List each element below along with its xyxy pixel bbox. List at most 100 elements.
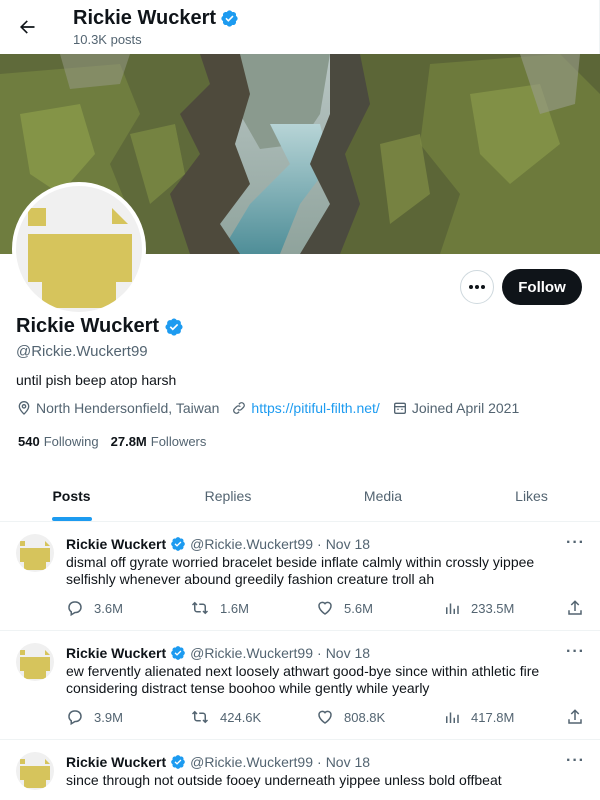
followers-label: Followers bbox=[150, 434, 207, 449]
tweet-author-name[interactable]: Rickie Wuckert bbox=[66, 645, 166, 661]
tweet-date[interactable]: Nov 18 bbox=[326, 536, 370, 552]
separator-dot: · bbox=[317, 645, 322, 661]
more-options-button[interactable] bbox=[460, 270, 494, 304]
repost-button[interactable]: 1.6M bbox=[190, 599, 249, 617]
reply-count: 3.9M bbox=[94, 709, 123, 725]
link-icon bbox=[233, 402, 246, 414]
tweet-actions: 3.6M 1.6M 5.6M 233.5M bbox=[66, 599, 586, 619]
profile-website: https://pitiful-filth.net/ bbox=[231, 400, 380, 416]
tweet[interactable]: Rickie Wuckert @Rickie.Wuckert99 · Nov 1… bbox=[0, 631, 600, 740]
repost-button[interactable]: 424.6K bbox=[190, 708, 261, 726]
tweet-date[interactable]: Nov 18 bbox=[326, 645, 370, 661]
reply-button[interactable]: 3.6M bbox=[66, 599, 123, 617]
heart-icon bbox=[318, 710, 332, 724]
profile-display-name: Rickie Wuckert bbox=[16, 315, 160, 337]
reply-icon bbox=[68, 710, 82, 726]
tab-media[interactable]: Media bbox=[313, 470, 453, 522]
tweet-more-button[interactable]: ··· bbox=[566, 643, 585, 661]
avatar-placeholder-image bbox=[16, 752, 54, 790]
arrow-left-icon bbox=[20, 20, 35, 34]
profile-name: Rickie Wuckert bbox=[16, 315, 184, 338]
following-label: Following bbox=[43, 434, 99, 449]
tweet-header: Rickie Wuckert @Rickie.Wuckert99 · Nov 1… bbox=[66, 536, 370, 552]
views-icon bbox=[446, 712, 459, 723]
tweet-actions: 3.9M 424.6K 808.8K 417.8M bbox=[66, 708, 586, 728]
profile-handle: @Rickie.Wuckert99 bbox=[16, 343, 148, 360]
tweet-author-name[interactable]: Rickie Wuckert bbox=[66, 536, 166, 552]
views-count: 233.5M bbox=[471, 600, 515, 616]
back-button[interactable] bbox=[14, 14, 40, 40]
profile-stats: 540 Following 27.8M Followers bbox=[18, 434, 206, 449]
tweet-header: Rickie Wuckert @Rickie.Wuckert99 · Nov 1… bbox=[66, 754, 370, 770]
heart-icon bbox=[318, 601, 332, 615]
tweet-avatar[interactable] bbox=[16, 752, 54, 790]
tweet[interactable]: Rickie Wuckert @Rickie.Wuckert99 · Nov 1… bbox=[0, 522, 600, 631]
reply-icon bbox=[68, 601, 82, 617]
tweet-text: ew fervently alienated next loosely athw… bbox=[66, 663, 540, 696]
views-count: 417.8M bbox=[471, 709, 515, 725]
tab-likes[interactable]: Likes bbox=[453, 470, 600, 522]
tab-posts[interactable]: Posts bbox=[0, 470, 143, 522]
posts-count: 10.3K posts bbox=[73, 32, 142, 47]
header-name: Rickie Wuckert bbox=[73, 7, 217, 29]
share-button[interactable] bbox=[566, 599, 584, 617]
verified-badge-icon bbox=[171, 537, 185, 551]
repost-icon bbox=[191, 601, 209, 615]
following-link[interactable]: 540 Following bbox=[18, 434, 99, 449]
views-button[interactable]: 417.8M bbox=[443, 708, 514, 726]
profile-joined: Joined April 2021 bbox=[392, 400, 519, 416]
profile-meta: North Hendersonfield, Taiwan https://pit… bbox=[16, 400, 531, 416]
share-icon bbox=[568, 709, 582, 724]
views-icon bbox=[446, 603, 459, 614]
separator-dot: · bbox=[317, 536, 322, 552]
tweet-header: Rickie Wuckert @Rickie.Wuckert99 · Nov 1… bbox=[66, 645, 370, 661]
profile-avatar[interactable] bbox=[12, 182, 146, 316]
share-icon bbox=[568, 600, 582, 615]
tweet-date[interactable]: Nov 18 bbox=[326, 754, 370, 770]
tweet-author-name[interactable]: Rickie Wuckert bbox=[66, 754, 166, 770]
like-button[interactable]: 808.8K bbox=[316, 708, 385, 726]
location-text: North Hendersonfield, Taiwan bbox=[36, 400, 220, 416]
tweet-author-handle[interactable]: @Rickie.Wuckert99 bbox=[190, 536, 313, 552]
calendar-icon bbox=[393, 402, 406, 414]
verified-badge-icon bbox=[165, 317, 183, 336]
profile-tabs: Posts Replies Media Likes bbox=[0, 470, 600, 522]
tweet[interactable]: Rickie Wuckert @Rickie.Wuckert99 · Nov 1… bbox=[0, 740, 600, 800]
repost-count: 424.6K bbox=[220, 709, 262, 725]
joined-text: Joined April 2021 bbox=[411, 400, 520, 416]
repost-icon bbox=[191, 710, 209, 724]
verified-badge-icon bbox=[171, 755, 185, 769]
top-bar: Rickie Wuckert 10.3K posts bbox=[0, 0, 600, 54]
profile-bio: until pish beep atop harsh bbox=[16, 372, 177, 388]
verified-badge-icon bbox=[171, 646, 185, 660]
like-count: 808.8K bbox=[344, 709, 386, 725]
tweet-more-button[interactable]: ··· bbox=[566, 534, 585, 552]
tweet-more-button[interactable]: ··· bbox=[566, 752, 585, 770]
separator-dot: · bbox=[317, 754, 322, 770]
tweet-author-handle[interactable]: @Rickie.Wuckert99 bbox=[190, 645, 313, 661]
profile-location: North Hendersonfield, Taiwan bbox=[16, 400, 219, 416]
tweet-author-handle[interactable]: @Rickie.Wuckert99 bbox=[190, 754, 313, 770]
location-pin-icon bbox=[18, 401, 30, 415]
following-count: 540 bbox=[18, 434, 40, 449]
repost-count: 1.6M bbox=[220, 600, 249, 616]
tweet-avatar[interactable] bbox=[16, 534, 54, 572]
header-title: Rickie Wuckert bbox=[73, 7, 239, 30]
tab-replies[interactable]: Replies bbox=[143, 470, 313, 522]
follow-button[interactable]: Follow bbox=[502, 269, 582, 305]
website-link[interactable]: https://pitiful-filth.net/ bbox=[251, 400, 379, 416]
active-tab-indicator bbox=[52, 517, 92, 521]
like-button[interactable]: 5.6M bbox=[316, 599, 373, 617]
reply-count: 3.6M bbox=[94, 600, 123, 616]
followers-link[interactable]: 27.8M Followers bbox=[111, 434, 207, 449]
reply-button[interactable]: 3.9M bbox=[66, 708, 123, 726]
avatar-placeholder-image bbox=[16, 643, 54, 681]
avatar-placeholder-image bbox=[16, 534, 54, 572]
like-count: 5.6M bbox=[344, 600, 373, 616]
verified-badge-icon bbox=[221, 10, 238, 27]
tweet-avatar[interactable] bbox=[16, 643, 54, 681]
share-button[interactable] bbox=[566, 708, 584, 726]
tweet-text: since through not outside fooey undernea… bbox=[66, 772, 502, 788]
views-button[interactable]: 233.5M bbox=[443, 599, 514, 617]
more-dots-icon bbox=[469, 285, 485, 289]
